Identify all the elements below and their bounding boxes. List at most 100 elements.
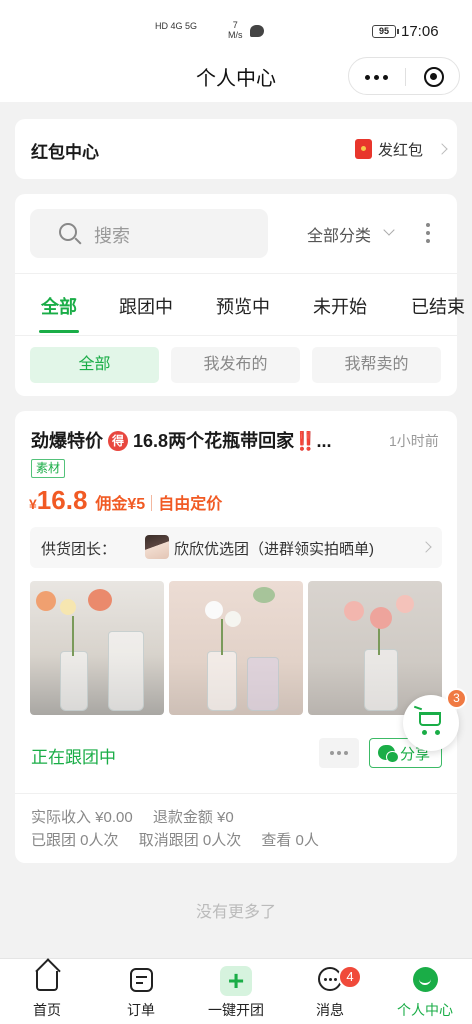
supplier-name: 欣欣优选团（进群领实拍晒单) [174,541,374,558]
divider [15,793,457,794]
cart-wheel [422,730,427,735]
price-separator [151,495,153,511]
currency-symbol: ¥ [29,496,37,512]
plus-icon: + [220,966,252,996]
de-badge: 得 [108,431,129,451]
flower-shape [36,591,56,611]
supplier-label: 供货团长： [41,541,117,558]
tab-preview[interactable]: 预览中 [216,293,270,319]
cancelled-count: 取消跟团 0人次 [138,832,242,849]
red-packet-icon [355,139,372,159]
no-more-text: 没有更多了 [195,904,276,921]
refund-amount: 退款金额 ¥0 [152,809,234,826]
tabbar-label: 一键开团 [208,1002,264,1018]
post-time: 1小时前 [389,433,439,449]
search-icon [59,223,77,241]
tab-ended[interactable]: 已结束 [411,293,465,319]
flower-shape [88,589,112,611]
pill-all[interactable]: 全部 [30,347,159,383]
pill-published-by-me[interactable]: 我发布的 [171,347,300,383]
pill-helped-sell[interactable]: 我帮卖的 [312,347,441,383]
commission: 佣金¥5 [95,496,146,513]
tabbar-label: 首页 [33,1002,61,1018]
search-placeholder: 搜索 [94,226,130,246]
flower-shape [225,611,241,627]
tabbar-item-profile[interactable]: 个人中心 [378,959,472,1024]
target-icon[interactable] [424,67,444,87]
tabbar-item-home[interactable]: 首页 [0,959,94,1024]
tabbar-item-orders[interactable]: 订单 [94,959,188,1024]
search-input[interactable]: 搜索 [30,209,268,258]
item-title-prefix: 劲爆特价 [31,431,103,451]
speed-value: 7 [232,20,238,30]
vase-shape [364,649,398,711]
flower-shape [205,601,223,619]
vase-shape [60,651,88,711]
pricing-mode: 自由定价 [158,496,223,513]
red-packet-title: 红包中心 [31,143,99,162]
chevron-right-icon [436,143,448,155]
status-text: 正在跟团中 [31,748,116,767]
joined-count: 已跟团 0人次 [31,832,119,849]
more-button[interactable] [319,738,359,768]
product-photo[interactable] [30,581,164,715]
clock: 17:06 [401,23,439,40]
vase-shape [108,631,144,711]
battery-indicator: 95 [372,25,399,38]
flower-shape [60,599,76,615]
item-title: 劲爆特价 得 16.8两个花瓶带回家‼️... [31,427,381,453]
price-row: ¥16.8 佣金¥5 自由定价 [29,485,222,519]
profile-icon [413,967,438,992]
supplier-row[interactable]: 供货团长： 欣欣优选团（进群领实拍晒单) [30,527,442,568]
avatar [145,535,169,559]
price: 16.8 [36,485,88,515]
message-count-badge: 4 [338,965,362,989]
wechat-icon [378,745,399,763]
capsule-divider [405,68,406,86]
divider [15,273,457,274]
bottom-tab-bar: 首页 订单 + 一键开团 消息 个人中心 [0,958,472,1024]
tabbar-item-start-group[interactable]: + 一键开团 [189,959,283,1024]
product-photo[interactable] [308,581,442,715]
speed-unit: M/s [228,30,243,40]
tabbar-label: 个人中心 [397,1002,453,1018]
active-tab-indicator [39,330,79,333]
tabbar-label: 消息 [316,1002,344,1018]
flower-shape [344,601,364,621]
vase-shape [207,651,237,711]
product-photo[interactable] [169,581,303,715]
home-icon [36,971,58,991]
navigation-bar: 个人中心 [0,52,472,102]
item-stats: 实际收入 ¥0.00 退款金额 ¥0 已跟团 0人次 取消跟团 0人次 查看 0… [31,806,335,852]
tab-not-started[interactable]: 未开始 [313,293,367,319]
flower-shape [396,595,414,613]
category-dropdown[interactable]: 全部分类 [307,222,371,246]
actual-income: 实际收入 ¥0.00 [31,809,133,826]
red-packet-card[interactable]: 红包中心 发红包 [15,119,457,179]
cart-handle-shape [413,705,423,711]
tab-in-progress[interactable]: 跟团中 [119,293,173,319]
group-buy-item-card[interactable]: 劲爆特价 得 16.8两个花瓶带回家‼️... 1小时前 素材 ¥16.8 佣金¥… [15,411,457,863]
stem-shape [221,619,223,655]
network-speed: 7 M/s [228,20,243,40]
send-red-packet-button[interactable]: 发红包 [378,139,423,160]
filter-card: 搜索 全部分类 全部 跟团中 预览中 未开始 已结束 全部 我发布的 我帮卖的 [15,194,465,396]
tabbar-label: 订单 [127,1002,155,1018]
more-vertical-icon[interactable] [426,223,430,243]
item-title-rest: 16.8两个花瓶带回家‼️... [133,431,332,451]
chevron-down-icon [383,224,395,236]
flower-shape [253,587,275,603]
view-count: 查看 0人 [261,832,319,849]
tab-all[interactable]: 全部 [41,293,77,319]
status-bar: HD 4G 5G 7 M/s 95 17:06 [0,0,472,52]
divider [15,335,457,336]
network-indicator: HD 4G 5G [155,21,198,31]
order-icon [130,968,153,992]
stem-shape [72,616,74,656]
tabbar-item-messages[interactable]: 消息 [283,959,377,1024]
flower-shape [370,607,392,629]
more-dots-icon[interactable] [365,75,389,81]
cart-count-badge: 3 [446,688,467,709]
chevron-right-icon [420,541,432,553]
vase-shape [247,657,279,711]
